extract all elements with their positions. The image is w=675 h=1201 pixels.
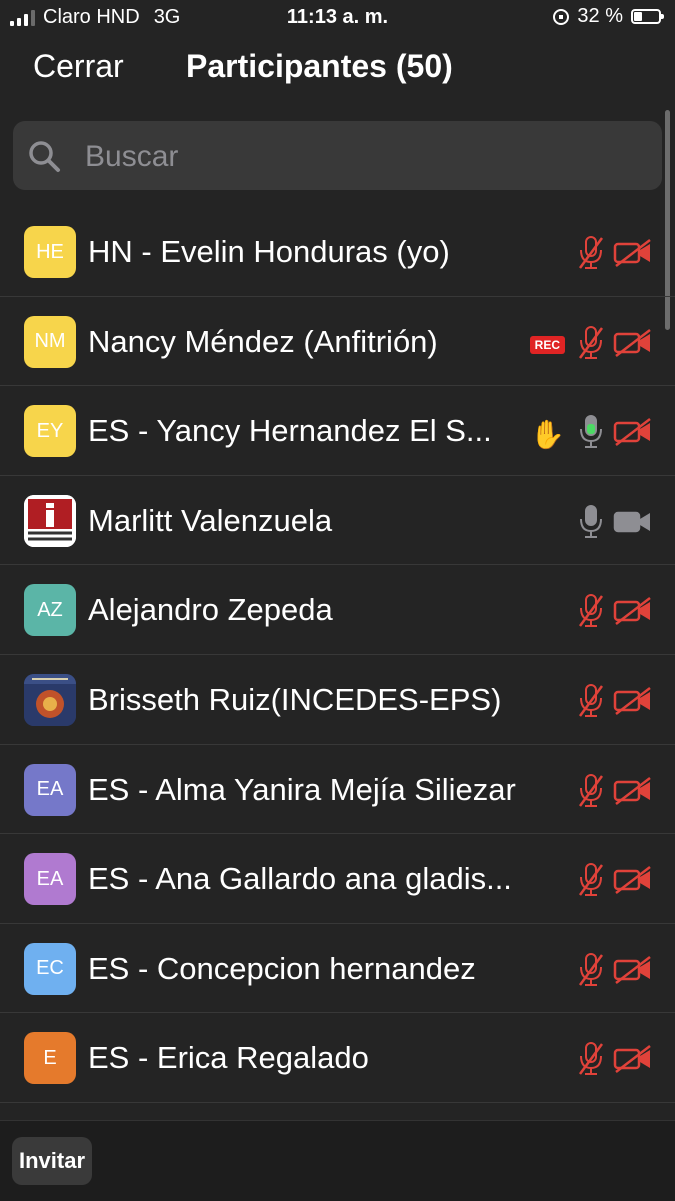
participant-row[interactable]: E ES - Erica Regalado [0, 1013, 675, 1103]
avatar: NM [24, 315, 76, 368]
participant-status-icons [577, 773, 653, 814]
participant-row[interactable]: HE HN - Evelin Honduras (yo) [0, 207, 675, 297]
battery-percent: 32 % [577, 5, 623, 27]
mic-muted-icon [577, 683, 605, 724]
search-input[interactable] [83, 133, 647, 180]
battery-level [634, 12, 643, 21]
page-title: Participantes (50) [186, 48, 453, 84]
participant-row[interactable]: Brisseth Ruiz(INCEDES-EPS) [0, 655, 675, 745]
mic-muted-icon [577, 325, 605, 366]
video-off-icon [613, 955, 653, 990]
video-off-icon [613, 238, 653, 273]
participant-status-icons [577, 683, 653, 724]
participant-name: ES - Concepcion hernandez [88, 950, 476, 986]
participant-row[interactable]: EC ES - Concepcion hernandez [0, 924, 675, 1014]
mic-muted-icon [577, 1041, 605, 1082]
avatar: EA [24, 853, 76, 906]
bottom-bar: Invitar [0, 1120, 675, 1201]
participant-row[interactable]: EA ES - Ana Gallardo ana gladis... [0, 834, 675, 924]
microphone-icon [577, 414, 605, 455]
participant-status-icons: REC [529, 325, 653, 366]
status-bar: Claro HND 3G 11:13 a. m. 32 % [0, 0, 675, 36]
participant-name: HN - Evelin Honduras (yo) [88, 234, 450, 269]
video-off-icon [613, 686, 653, 721]
avatar: EA [24, 763, 76, 816]
participant-status-icons [577, 862, 653, 903]
participant-name: ES - Yancy Hernandez El S... [88, 413, 492, 449]
avatar: AZ [24, 584, 76, 637]
participant-status-icons [577, 593, 653, 634]
participant-row[interactable]: NM Nancy Méndez (Anfitrión) REC [0, 297, 675, 387]
participant-status-icons [577, 504, 653, 545]
search-icon [29, 141, 60, 172]
avatar: EC [24, 942, 76, 995]
mic-muted-icon [577, 235, 605, 276]
video-off-icon [613, 417, 653, 452]
orientation-lock-icon [553, 8, 570, 25]
participant-name: ES - Alma Yanira Mejía Siliezar [88, 771, 516, 807]
participant-status-icons [577, 1041, 653, 1082]
header: Cerrar Participantes (50) [0, 44, 675, 94]
invite-button[interactable]: Invitar [12, 1137, 92, 1185]
avatar: E [24, 1032, 76, 1085]
participant-name: Nancy Méndez (Anfitrión) [88, 323, 438, 359]
participant-name: Marlitt Valenzuela [88, 502, 333, 538]
participant-name: Alejandro Zepeda [88, 592, 333, 628]
video-off-icon [613, 865, 653, 900]
avatar: HE [24, 226, 76, 278]
video-off-icon [613, 1044, 653, 1079]
participant-name: Brisseth Ruiz(INCEDES-EPS) [88, 681, 502, 717]
mic-muted-icon [577, 862, 605, 903]
participant-row[interactable]: AZ Alejandro Zepeda [0, 565, 675, 655]
mic-muted-icon [577, 952, 605, 993]
mic-muted-icon [577, 773, 605, 814]
recording-badge: REC [529, 336, 565, 355]
avatar [24, 673, 76, 726]
video-off-icon [613, 328, 653, 363]
status-right: 32 % [553, 5, 664, 28]
avatar [24, 494, 76, 547]
mic-muted-icon [577, 593, 605, 634]
video-off-icon [613, 776, 653, 811]
participant-name: ES - Erica Regalado [88, 1040, 369, 1076]
raised-hand-icon: ✋ [530, 419, 565, 451]
video-off-icon [613, 596, 653, 631]
search-bar[interactable] [13, 121, 662, 190]
participant-name: ES - Ana Gallardo ana gladis... [88, 861, 512, 897]
microphone-icon [577, 504, 605, 545]
avatar: EY [24, 405, 76, 458]
close-button[interactable]: Cerrar [33, 48, 124, 85]
participant-row[interactable]: EY ES - Yancy Hernandez El S... ✋ [0, 386, 675, 476]
participant-row[interactable]: EA ES - Alma Yanira Mejía Siliezar [0, 745, 675, 835]
participant-status-icons: ✋ [530, 414, 653, 455]
participant-status-icons [577, 235, 653, 276]
battery-icon [631, 9, 664, 24]
participant-status-icons [577, 952, 653, 993]
participant-list: HE HN - Evelin Honduras (yo) NM Nancy Ménde… [0, 207, 675, 1103]
participant-row[interactable]: Marlitt Valenzuela [0, 476, 675, 566]
video-camera-icon [613, 507, 653, 542]
